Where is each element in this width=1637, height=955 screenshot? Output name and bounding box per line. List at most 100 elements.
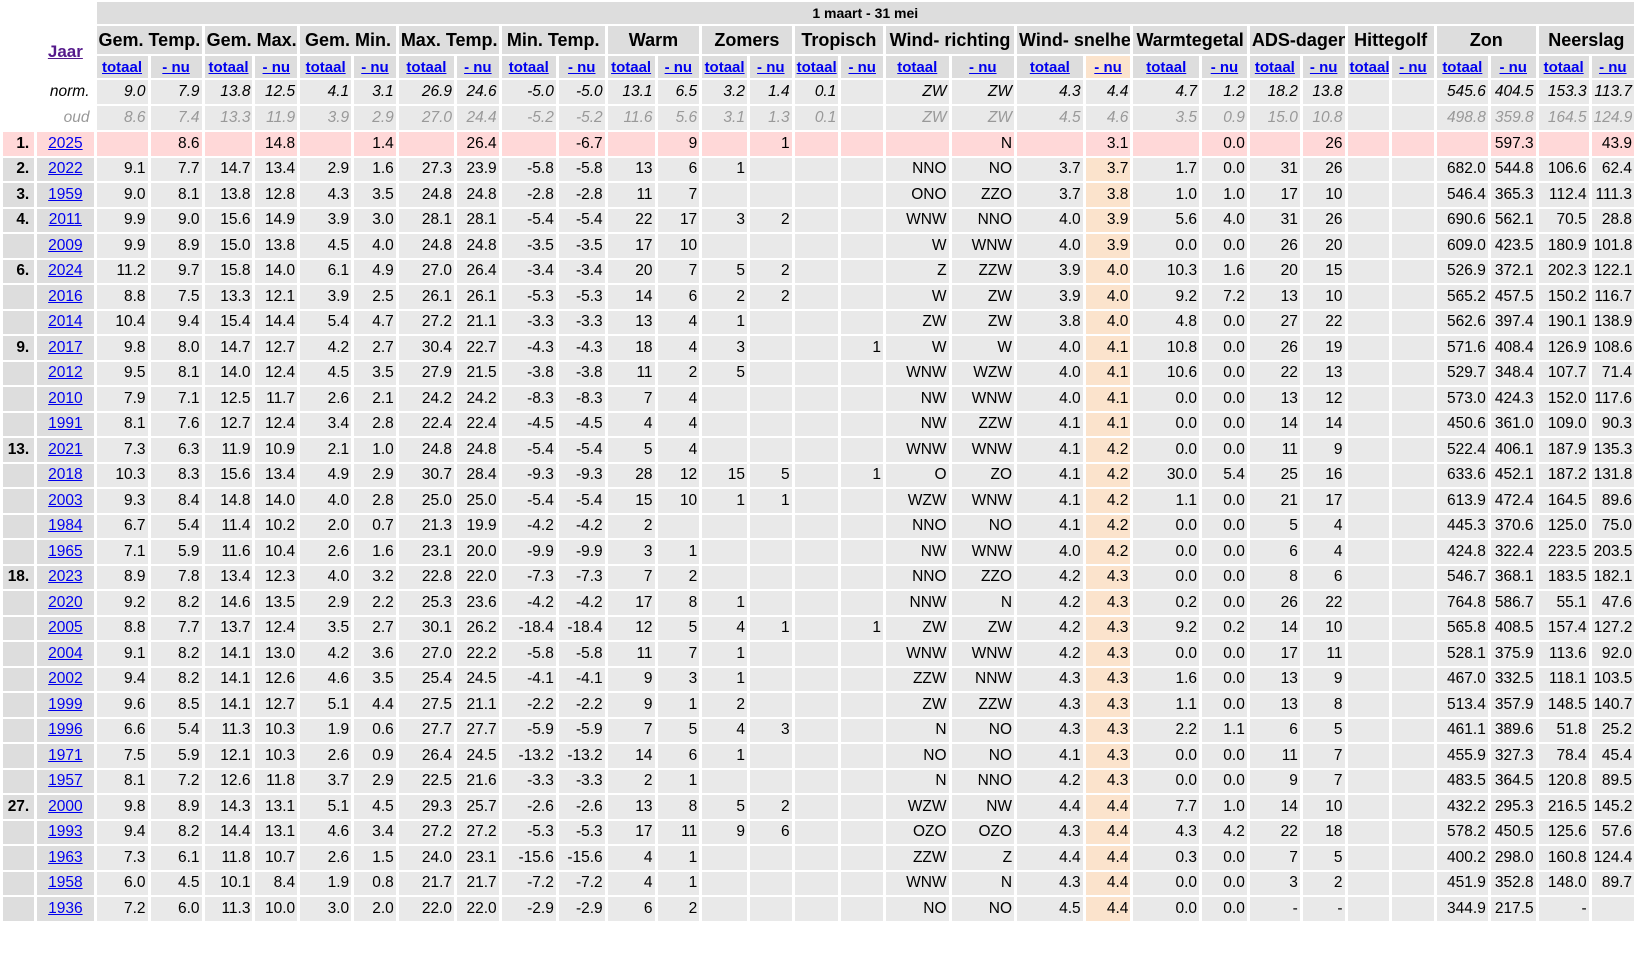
totaal-link[interactable]: totaal <box>611 59 651 76</box>
year-link[interactable]: 1991 <box>48 415 82 432</box>
year-link[interactable]: 1957 <box>48 772 82 789</box>
year-link[interactable]: 2000 <box>48 798 82 815</box>
sort-nu-link[interactable]: - nu <box>657 56 700 78</box>
nu-link[interactable]: - nu <box>1094 59 1122 76</box>
year-link[interactable]: 2011 <box>49 211 82 228</box>
year-cell[interactable]: 2002 <box>37 667 94 691</box>
sort-nu-link[interactable]: - nu <box>1591 56 1634 78</box>
sort-nu-link[interactable]: - nu <box>1302 56 1345 78</box>
totaal-link[interactable]: totaal <box>1442 59 1482 76</box>
year-link[interactable]: 1996 <box>48 721 82 738</box>
year-cell[interactable]: 1965 <box>37 540 94 564</box>
year-link[interactable]: 1958 <box>48 874 82 891</box>
year-cell[interactable]: 1996 <box>37 718 94 742</box>
year-cell[interactable]: 1971 <box>37 744 94 768</box>
year-link[interactable]: 1959 <box>48 186 82 203</box>
year-link[interactable]: 2017 <box>48 339 82 356</box>
sort-totaal-link[interactable]: totaal <box>96 56 148 78</box>
sort-totaal-link[interactable]: totaal <box>1436 56 1488 78</box>
nu-link[interactable]: - nu <box>969 59 997 76</box>
sort-totaal-link[interactable]: totaal <box>204 56 253 78</box>
nu-link[interactable]: - nu <box>162 59 190 76</box>
year-cell[interactable]: 2016 <box>37 285 94 309</box>
year-cell[interactable]: 2000 <box>37 795 94 819</box>
year-cell[interactable]: 1984 <box>37 514 94 538</box>
totaal-link[interactable]: totaal <box>406 59 446 76</box>
year-link[interactable]: 1963 <box>48 849 82 866</box>
nu-link[interactable]: - nu <box>263 59 291 76</box>
sort-totaal-link[interactable]: totaal <box>1249 56 1300 78</box>
year-cell[interactable]: 1993 <box>37 820 94 844</box>
year-cell[interactable]: 2024 <box>37 259 94 283</box>
year-cell[interactable]: 1991 <box>37 412 94 436</box>
sort-totaal-link[interactable]: totaal <box>607 56 655 78</box>
nu-link[interactable]: - nu <box>1499 59 1527 76</box>
sort-totaal-link[interactable]: totaal <box>1017 56 1083 78</box>
nu-link[interactable]: - nu <box>464 59 492 76</box>
year-link[interactable]: 2024 <box>48 262 82 279</box>
year-link[interactable]: 2002 <box>48 670 82 687</box>
year-cell[interactable]: 1958 <box>37 871 94 895</box>
year-link[interactable]: 1993 <box>48 823 82 840</box>
year-link[interactable]: 2003 <box>48 492 82 509</box>
sort-nu-link[interactable]: - nu <box>1490 56 1536 78</box>
year-cell[interactable]: 2003 <box>37 489 94 513</box>
year-link[interactable]: 2004 <box>48 645 82 662</box>
year-cell[interactable]: 1957 <box>37 769 94 793</box>
year-cell[interactable]: 2025 <box>37 132 94 156</box>
sort-nu-link[interactable]: - nu <box>1085 56 1131 78</box>
year-link[interactable]: 2025 <box>48 135 82 152</box>
year-link[interactable]: 2021 <box>48 441 82 458</box>
year-link[interactable]: 2010 <box>48 390 82 407</box>
year-link[interactable]: 2022 <box>48 160 82 177</box>
totaal-link[interactable]: totaal <box>1544 59 1584 76</box>
year-cell[interactable]: 2004 <box>37 642 94 666</box>
sort-totaal-link[interactable]: totaal <box>398 56 455 78</box>
totaal-link[interactable]: totaal <box>797 59 837 76</box>
year-link[interactable]: 2018 <box>48 466 82 483</box>
jaar-sort-link[interactable]: Jaar <box>48 42 83 61</box>
year-cell[interactable]: 2017 <box>37 336 94 360</box>
year-link[interactable]: 2014 <box>48 313 82 330</box>
year-cell[interactable]: 2014 <box>37 310 94 334</box>
year-cell[interactable]: 1936 <box>37 897 94 921</box>
sort-nu-link[interactable]: - nu <box>951 56 1015 78</box>
nu-link[interactable]: - nu <box>848 59 876 76</box>
year-cell[interactable]: 2020 <box>37 591 94 615</box>
sort-totaal-link[interactable]: totaal <box>1347 56 1390 78</box>
nu-link[interactable]: - nu <box>757 59 785 76</box>
year-link[interactable]: 1965 <box>48 543 82 560</box>
year-link[interactable]: 2005 <box>48 619 82 636</box>
totaal-link[interactable]: totaal <box>1030 59 1070 76</box>
year-link[interactable]: 2016 <box>48 288 82 305</box>
totaal-link[interactable]: totaal <box>102 59 142 76</box>
year-cell[interactable]: 1999 <box>37 693 94 717</box>
year-link[interactable]: 1984 <box>48 517 82 534</box>
nu-link[interactable]: - nu <box>1211 59 1239 76</box>
nu-link[interactable]: - nu <box>1310 59 1338 76</box>
year-link[interactable]: 1999 <box>48 696 82 713</box>
year-cell[interactable]: 2023 <box>37 565 94 589</box>
totaal-link[interactable]: totaal <box>705 59 745 76</box>
totaal-link[interactable]: totaal <box>306 59 346 76</box>
year-link[interactable]: 2020 <box>48 594 82 611</box>
year-cell[interactable]: 2009 <box>37 234 94 258</box>
sort-nu-link[interactable]: - nu <box>749 56 792 78</box>
year-cell[interactable]: 2022 <box>37 157 94 181</box>
year-cell[interactable]: 2010 <box>37 387 94 411</box>
sort-nu-link[interactable]: - nu <box>255 56 298 78</box>
year-link[interactable]: 1936 <box>48 900 82 917</box>
totaal-link[interactable]: totaal <box>1350 59 1390 76</box>
jaar-header[interactable]: Jaar <box>37 26 93 78</box>
sort-nu-link[interactable]: - nu <box>457 56 499 78</box>
nu-link[interactable]: - nu <box>1399 59 1427 76</box>
year-cell[interactable]: 2021 <box>37 438 94 462</box>
totaal-link[interactable]: totaal <box>897 59 937 76</box>
year-link[interactable]: 2023 <box>48 568 82 585</box>
sort-nu-link[interactable]: - nu <box>1202 56 1247 78</box>
sort-totaal-link[interactable]: totaal <box>1133 56 1200 78</box>
sort-totaal-link[interactable]: totaal <box>794 56 839 78</box>
totaal-link[interactable]: totaal <box>1255 59 1295 76</box>
sort-nu-link[interactable]: - nu <box>150 56 202 78</box>
totaal-link[interactable]: totaal <box>1146 59 1186 76</box>
